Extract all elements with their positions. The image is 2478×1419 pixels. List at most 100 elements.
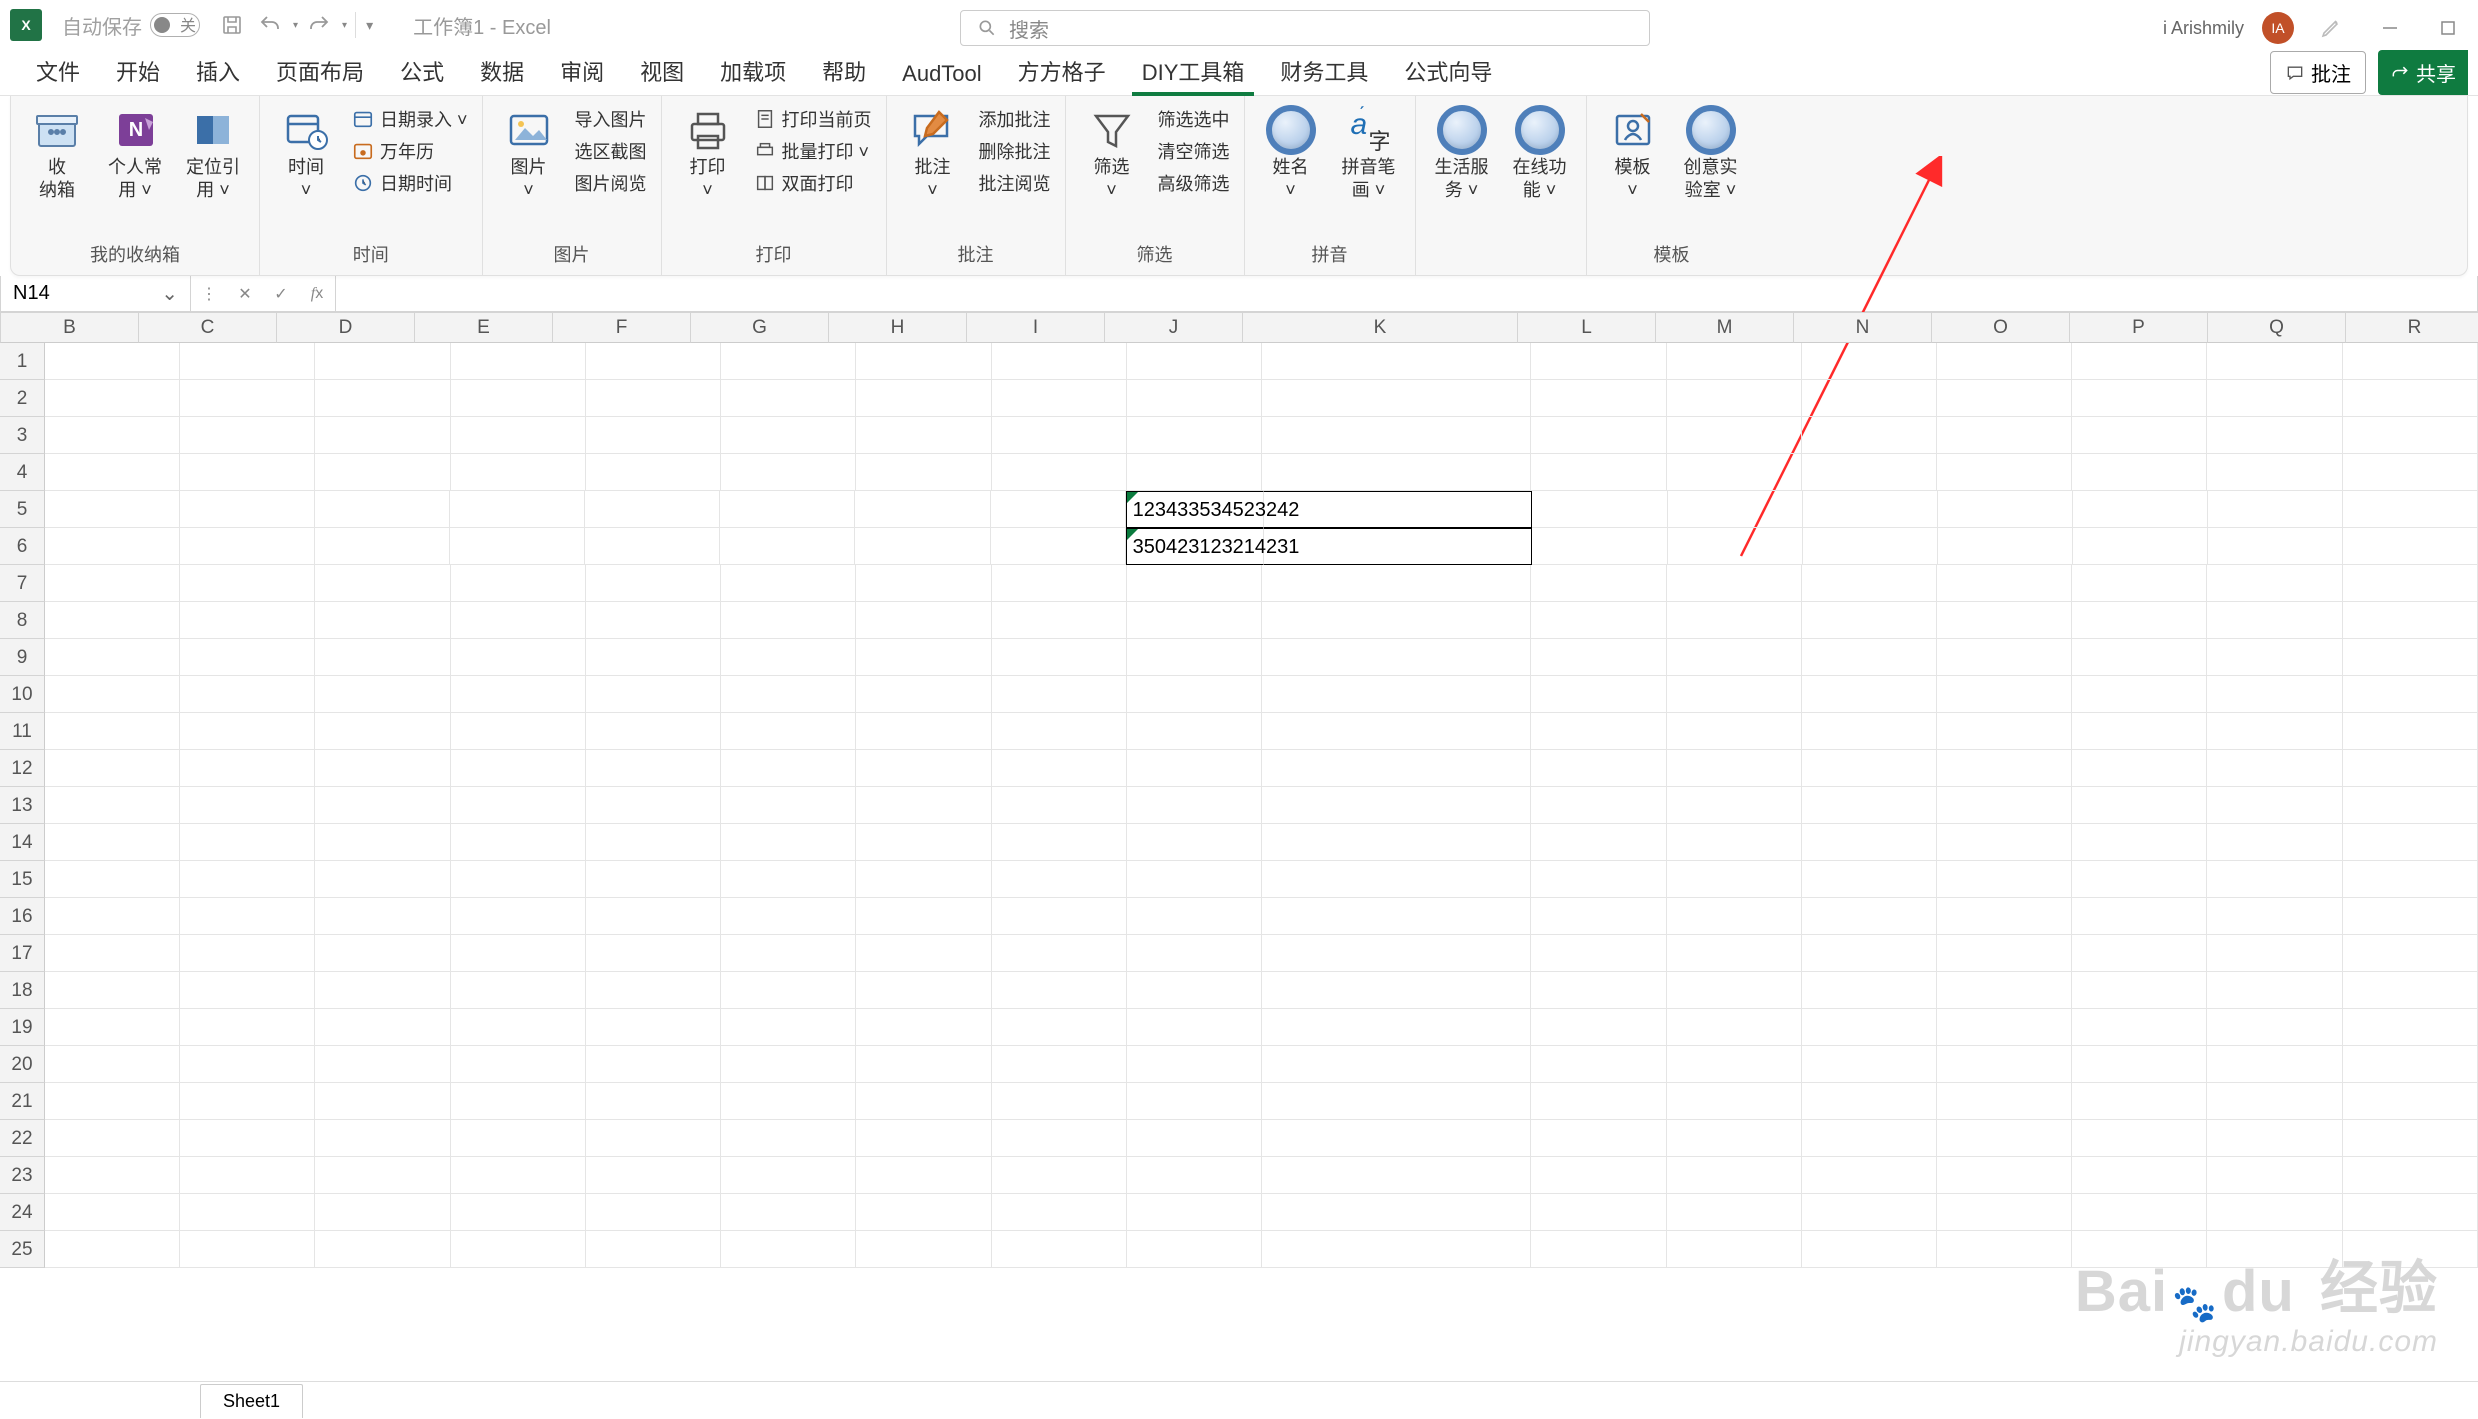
cell[interactable] <box>992 454 1127 491</box>
row-header[interactable]: 4 <box>0 454 45 491</box>
row-header[interactable]: 16 <box>0 898 45 935</box>
cell[interactable] <box>2207 787 2342 824</box>
tab-file[interactable]: 文件 <box>18 45 98 95</box>
add-comment-button[interactable]: 添加批注 <box>975 104 1055 134</box>
cell[interactable] <box>856 713 991 750</box>
cell[interactable] <box>180 639 315 676</box>
cell[interactable] <box>1531 343 1666 380</box>
time-button[interactable]: 时间 ˅ <box>270 102 342 205</box>
column-header[interactable]: F <box>553 313 691 343</box>
cell[interactable] <box>721 972 856 1009</box>
cell[interactable] <box>1262 861 1531 898</box>
cell[interactable] <box>856 1194 991 1231</box>
row-header[interactable]: 6 <box>0 528 45 565</box>
picture-viewer-button[interactable]: 图片阅览 <box>571 168 651 198</box>
cell[interactable] <box>1262 935 1531 972</box>
cell[interactable] <box>1802 1194 1937 1231</box>
cell[interactable] <box>856 898 991 935</box>
cell[interactable] <box>1127 1083 1262 1120</box>
row-header[interactable]: 8 <box>0 602 45 639</box>
cell[interactable] <box>1937 1046 2072 1083</box>
cell[interactable] <box>451 1231 586 1268</box>
cell[interactable] <box>1937 1009 2072 1046</box>
cell[interactable] <box>45 417 180 454</box>
cell[interactable] <box>1802 1157 1937 1194</box>
cell[interactable] <box>180 1120 315 1157</box>
cell[interactable]: 123433534523242 <box>1126 491 1264 528</box>
cell[interactable] <box>2343 380 2478 417</box>
cell[interactable] <box>1127 676 1262 713</box>
cell[interactable] <box>1262 639 1531 676</box>
tab-diy-toolbox[interactable]: DIY工具箱 <box>1124 45 1263 95</box>
cell[interactable] <box>992 1231 1127 1268</box>
cell[interactable] <box>856 972 991 1009</box>
cell[interactable] <box>2073 528 2208 565</box>
cell[interactable] <box>2207 935 2342 972</box>
cell[interactable] <box>451 1194 586 1231</box>
cell[interactable] <box>45 861 180 898</box>
cell[interactable] <box>2072 824 2207 861</box>
cell[interactable] <box>2343 1120 2478 1157</box>
cell[interactable] <box>1127 639 1262 676</box>
cell[interactable] <box>856 824 991 861</box>
cell[interactable] <box>1667 1157 1802 1194</box>
cell[interactable] <box>992 676 1127 713</box>
cell[interactable] <box>1262 898 1531 935</box>
cell[interactable] <box>315 1083 450 1120</box>
redo-button[interactable] <box>302 8 336 42</box>
cell[interactable] <box>1667 1009 1802 1046</box>
tab-review[interactable]: 审阅 <box>542 45 622 95</box>
cell[interactable] <box>45 824 180 861</box>
cell[interactable] <box>2343 861 2478 898</box>
cell[interactable] <box>315 935 450 972</box>
cell[interactable] <box>1262 565 1531 602</box>
tab-help[interactable]: 帮助 <box>804 45 884 95</box>
cell[interactable] <box>2072 935 2207 972</box>
cell[interactable]: 350423123214231 <box>1126 528 1264 565</box>
cell[interactable] <box>992 602 1127 639</box>
cell[interactable] <box>1127 454 1262 491</box>
cell[interactable] <box>721 343 856 380</box>
cell[interactable] <box>315 1009 450 1046</box>
row-header[interactable]: 5 <box>0 491 45 528</box>
cell[interactable] <box>2207 454 2342 491</box>
cell[interactable] <box>315 861 450 898</box>
cell[interactable] <box>1938 528 2073 565</box>
sheet-tab-sheet1[interactable]: Sheet1 <box>200 1384 303 1418</box>
cell[interactable] <box>721 639 856 676</box>
online-features-button[interactable]: 在线功 能 ˅ <box>1504 102 1576 205</box>
cell[interactable] <box>180 935 315 972</box>
cell[interactable] <box>450 491 585 528</box>
cell[interactable] <box>720 528 855 565</box>
cell[interactable] <box>315 1231 450 1268</box>
redo-dropdown-icon[interactable]: ▾ <box>342 20 347 31</box>
cell[interactable] <box>451 935 586 972</box>
cell[interactable] <box>2343 935 2478 972</box>
cell[interactable] <box>2072 787 2207 824</box>
cell[interactable] <box>1937 824 2072 861</box>
cell[interactable] <box>856 935 991 972</box>
row-header[interactable]: 23 <box>0 1157 45 1194</box>
cell[interactable] <box>45 1231 180 1268</box>
delete-comment-button[interactable]: 删除批注 <box>975 136 1055 166</box>
cell[interactable] <box>451 861 586 898</box>
row-header[interactable]: 15 <box>0 861 45 898</box>
cell[interactable] <box>1802 861 1937 898</box>
cell[interactable] <box>2072 380 2207 417</box>
cell[interactable] <box>45 713 180 750</box>
cell[interactable] <box>1802 787 1937 824</box>
cell[interactable] <box>2343 898 2478 935</box>
cell[interactable] <box>2207 1009 2342 1046</box>
cell[interactable] <box>1802 676 1937 713</box>
cell[interactable] <box>721 565 856 602</box>
cell[interactable] <box>992 898 1127 935</box>
cell[interactable] <box>1667 565 1802 602</box>
autosave-toggle[interactable]: 关 <box>150 13 200 37</box>
cell[interactable] <box>1667 787 1802 824</box>
batch-print-button[interactable]: 批量打印 ˅ <box>750 136 876 166</box>
cell[interactable] <box>315 343 450 380</box>
cell[interactable] <box>1937 565 2072 602</box>
cell[interactable] <box>1262 1157 1531 1194</box>
cell[interactable] <box>586 1046 721 1083</box>
cell[interactable] <box>45 972 180 1009</box>
